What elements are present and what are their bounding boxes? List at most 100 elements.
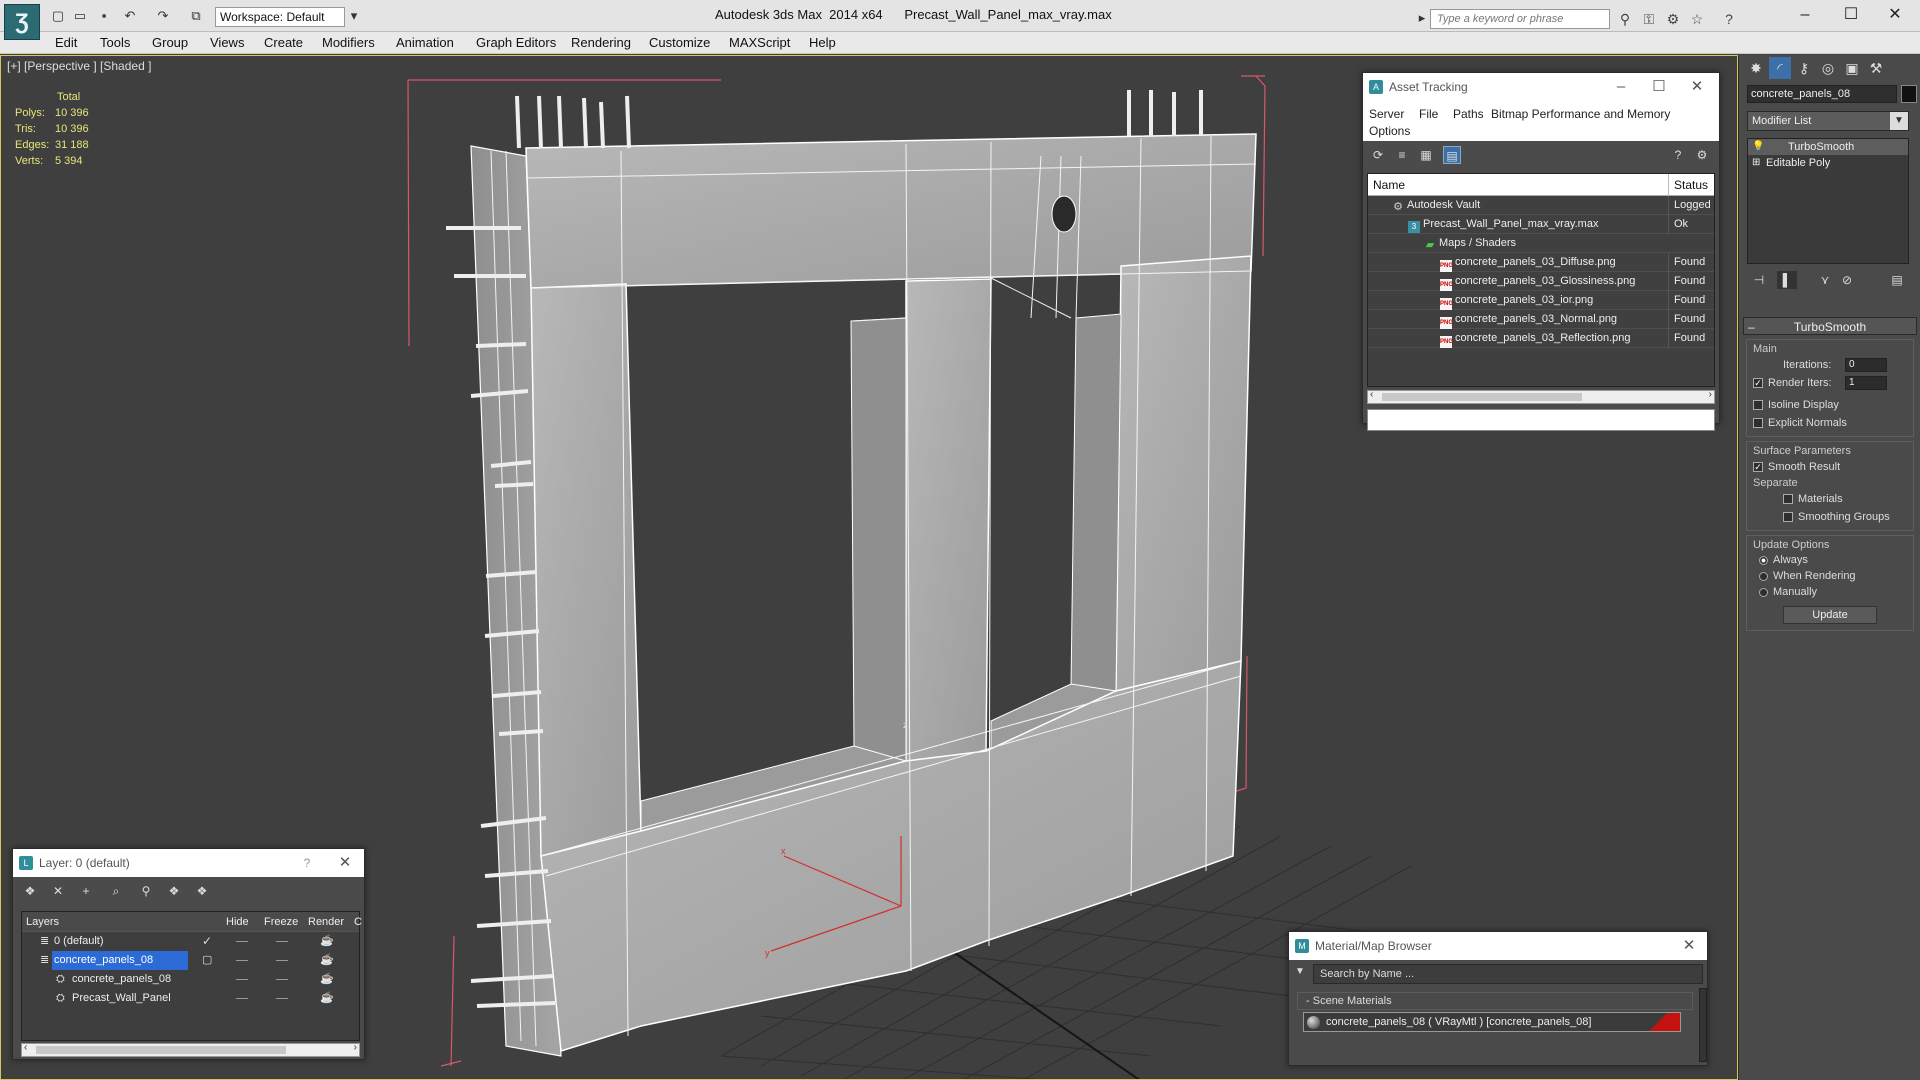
asset-path-field[interactable] bbox=[1367, 409, 1715, 431]
menu-paths[interactable]: Paths bbox=[1453, 107, 1484, 121]
material-item[interactable]: concrete_panels_08 ( VRayMtl ) [concrete… bbox=[1303, 1012, 1681, 1032]
freeze-all-icon[interactable]: ❖ bbox=[193, 882, 211, 900]
stack-item-editable-poly[interactable]: ⊞ Editable Poly bbox=[1748, 155, 1908, 171]
smoothing-groups-checkbox[interactable] bbox=[1783, 512, 1793, 523]
new-file-icon[interactable]: ▢ bbox=[50, 8, 66, 24]
menu-file[interactable]: File bbox=[1419, 107, 1438, 121]
menu-bitmap-performance[interactable]: Bitmap Performance and Memory bbox=[1491, 107, 1670, 121]
table-row[interactable]: PNG concrete_panels_03_Diffuse.png Found bbox=[1368, 253, 1714, 272]
menu-customize[interactable]: Customize bbox=[649, 35, 710, 50]
menu-help[interactable]: Help bbox=[809, 35, 836, 50]
column-status[interactable]: Status bbox=[1668, 174, 1714, 196]
hide-toggle[interactable] bbox=[236, 941, 248, 942]
modifier-list-dropdown[interactable]: Modifier List ▼ bbox=[1747, 111, 1909, 131]
table-row[interactable]: PNG concrete_panels_03_Normal.png Found bbox=[1368, 310, 1714, 329]
layer-row[interactable]: ⛭ Precast_Wall_Panel ☕ bbox=[22, 989, 359, 1008]
close-button[interactable]: ✕ bbox=[1872, 4, 1918, 26]
menu-rendering[interactable]: Rendering bbox=[571, 35, 631, 50]
expand-arrow-icon[interactable]: ▸ bbox=[1414, 10, 1430, 26]
modify-tab-icon[interactable]: ◜ bbox=[1769, 57, 1791, 79]
thumbnail-view-icon[interactable]: ▦ bbox=[1417, 146, 1435, 164]
isoline-display-row[interactable]: Isoline Display bbox=[1747, 396, 1913, 414]
when-rendering-row[interactable]: When Rendering bbox=[1747, 568, 1913, 584]
undo-icon[interactable]: ↶ bbox=[122, 8, 138, 24]
smoothing-groups-row[interactable]: Smoothing Groups bbox=[1747, 508, 1913, 526]
iterations-spinner[interactable]: 0 bbox=[1845, 358, 1887, 372]
workspace-dropdown[interactable]: Workspace: Default bbox=[215, 7, 345, 27]
manually-radio[interactable] bbox=[1759, 587, 1768, 597]
object-color-swatch[interactable] bbox=[1901, 85, 1917, 103]
menu-options[interactable]: Options bbox=[1369, 124, 1410, 138]
hide-all-icon[interactable]: ❖ bbox=[165, 882, 183, 900]
menu-create[interactable]: Create bbox=[264, 35, 303, 50]
object-name-field[interactable]: concrete_panels_08 bbox=[1747, 85, 1897, 103]
menu-views[interactable]: Views bbox=[210, 35, 244, 50]
table-row[interactable]: PNG concrete_panels_03_Glossiness.png Foun… bbox=[1368, 272, 1714, 291]
column-freeze[interactable]: Freeze bbox=[264, 912, 298, 932]
scene-materials-section[interactable]: - Scene Materials bbox=[1297, 992, 1693, 1010]
hold-icon[interactable]: ⧉ bbox=[188, 8, 204, 24]
motion-tab-icon[interactable]: ◎ bbox=[1817, 57, 1839, 79]
layer-row[interactable]: ⛭ concrete_panels_08 ☕ bbox=[22, 970, 359, 989]
menu-animation[interactable]: Animation bbox=[396, 35, 454, 50]
active-layer-check-icon[interactable]: ✓ bbox=[202, 932, 212, 951]
freeze-toggle[interactable] bbox=[276, 941, 288, 942]
options-arrow-icon[interactable]: ▼ bbox=[1295, 966, 1305, 977]
make-unique-icon[interactable]: ⋎ bbox=[1815, 271, 1835, 289]
stack-item-turbosmooth[interactable]: 💡 TurboSmooth bbox=[1748, 139, 1908, 155]
render-teapot-icon[interactable]: ☕ bbox=[320, 951, 334, 970]
column-color[interactable]: C bbox=[354, 912, 362, 932]
menu-group[interactable]: Group bbox=[152, 35, 188, 50]
save-file-icon[interactable]: ▪ bbox=[96, 8, 112, 24]
layer-titlebar[interactable]: L Layer: 0 (default) ? ✕ bbox=[13, 849, 364, 877]
material-browser-titlebar[interactable]: M Material/Map Browser ✕ bbox=[1289, 932, 1707, 960]
key-icon[interactable]: ⚿ bbox=[1640, 10, 1658, 28]
table-row[interactable]: PNG concrete_panels_03_Reflection.png Foun… bbox=[1368, 329, 1714, 348]
scroll-left-icon[interactable]: ‹ bbox=[24, 1042, 27, 1053]
scroll-left-icon[interactable]: ‹ bbox=[1370, 389, 1373, 400]
help-icon[interactable]: ? bbox=[1669, 146, 1687, 164]
smooth-result-row[interactable]: ✓ Smooth Result bbox=[1747, 458, 1913, 476]
vertical-scrollbar[interactable] bbox=[1699, 988, 1707, 1062]
render-iters-spinner[interactable]: 1 bbox=[1845, 376, 1887, 390]
help-icon[interactable]: ? bbox=[1720, 10, 1738, 28]
select-layer-icon[interactable]: ⚲ bbox=[137, 882, 155, 900]
active-layer-box-icon[interactable]: ▢ bbox=[202, 951, 212, 970]
when-rendering-radio[interactable] bbox=[1759, 571, 1768, 581]
column-render[interactable]: Render bbox=[308, 912, 344, 932]
render-teapot-icon[interactable]: ☕ bbox=[320, 970, 334, 989]
add-to-layer-icon[interactable]: + bbox=[77, 882, 95, 900]
smooth-result-checkbox[interactable]: ✓ bbox=[1753, 462, 1763, 473]
binoculars-icon[interactable]: ⚲ bbox=[1616, 10, 1634, 28]
delete-layer-icon[interactable]: ✕ bbox=[49, 882, 67, 900]
close-button[interactable]: ✕ bbox=[327, 849, 363, 877]
star-icon[interactable]: ☆ bbox=[1688, 10, 1706, 28]
freeze-toggle[interactable] bbox=[276, 960, 288, 961]
expand-plus-icon[interactable]: ⊞ bbox=[1752, 155, 1760, 171]
select-objects-icon[interactable]: ⌕ bbox=[107, 882, 125, 900]
freeze-toggle[interactable] bbox=[276, 998, 288, 999]
layer-row[interactable]: ≣ 0 (default) ✓ ☕ bbox=[22, 932, 359, 951]
hide-toggle[interactable] bbox=[236, 979, 248, 980]
maximize-button[interactable]: ☐ bbox=[1828, 4, 1874, 26]
table-row[interactable]: PNG concrete_panels_03_ior.png Found bbox=[1368, 291, 1714, 310]
explicit-normals-checkbox[interactable] bbox=[1753, 418, 1763, 429]
table-view-icon[interactable]: ▤ bbox=[1443, 146, 1461, 164]
horizontal-scrollbar[interactable]: ‹ › bbox=[21, 1042, 360, 1057]
hierarchy-tab-icon[interactable]: ⚷ bbox=[1793, 57, 1815, 79]
show-end-result-icon[interactable]: ▌ bbox=[1777, 271, 1797, 289]
create-tab-icon[interactable]: ✸ bbox=[1745, 57, 1767, 79]
menu-graph-editors[interactable]: Graph Editors bbox=[476, 35, 556, 50]
horizontal-scrollbar[interactable]: ‹ › bbox=[1367, 389, 1715, 404]
minimize-button[interactable]: – bbox=[1782, 4, 1828, 26]
table-row[interactable]: ⚙ Autodesk Vault Logged Out bbox=[1368, 196, 1714, 215]
menu-server[interactable]: Server bbox=[1369, 107, 1404, 121]
render-teapot-icon[interactable]: ☕ bbox=[320, 932, 334, 951]
render-teapot-icon[interactable]: ☕ bbox=[320, 989, 334, 1008]
keyword-search-input[interactable]: Type a keyword or phrase bbox=[1430, 9, 1610, 29]
configure-sets-icon[interactable]: ▤ bbox=[1887, 271, 1907, 289]
always-row[interactable]: Always bbox=[1747, 552, 1913, 568]
update-button[interactable]: Update bbox=[1783, 606, 1877, 624]
menu-tools[interactable]: Tools bbox=[100, 35, 130, 50]
column-layers[interactable]: Layers bbox=[26, 912, 59, 932]
